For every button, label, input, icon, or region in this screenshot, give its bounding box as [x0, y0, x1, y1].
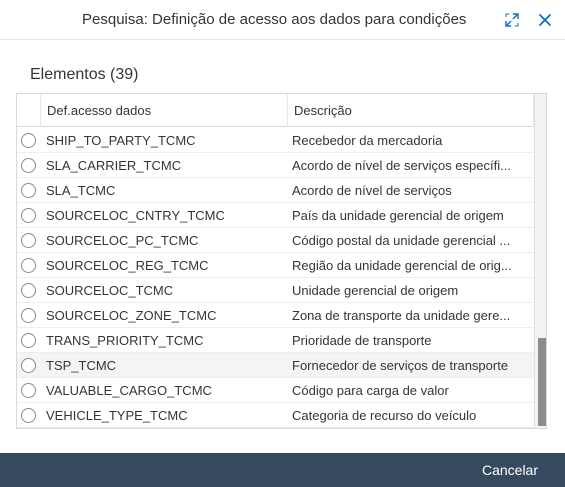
- cell-def-acesso: SOURCELOC_REG_TCMC: [46, 258, 209, 273]
- cell-descricao: Acordo de nível de serviços específi...: [292, 158, 511, 173]
- column-header-descricao[interactable]: Descrição: [288, 94, 534, 127]
- row-radio-button[interactable]: [21, 358, 36, 373]
- row-radio-button[interactable]: [21, 258, 36, 273]
- table-row[interactable]: SLA_CARRIER_TCMC Acordo de nível de servi…: [17, 153, 534, 178]
- table-row[interactable]: SOURCELOC_CNTRY_TCMC País da unidade gere…: [17, 203, 534, 228]
- cell-def-acesso: SOURCELOC_CNTRY_TCMC: [46, 208, 225, 223]
- table-row[interactable]: VALUABLE_CARGO_TCMC Código para carga de …: [17, 378, 534, 403]
- table-row[interactable]: SOURCELOC_TCMC Unidade gerencial de orige…: [17, 278, 534, 303]
- cell-descricao: Código para carga de valor: [292, 383, 449, 398]
- row-radio-button[interactable]: [21, 408, 36, 423]
- cell-def-acesso: VEHICLE_TYPE_TCMC: [46, 408, 188, 423]
- row-radio-button[interactable]: [21, 158, 36, 173]
- row-radio-button[interactable]: [21, 283, 36, 298]
- vertical-scrollbar[interactable]: [534, 94, 546, 428]
- dialog-title: Pesquisa: Definição de acesso aos dados …: [82, 11, 467, 28]
- cell-def-acesso: SLA_TCMC: [46, 183, 116, 198]
- table-row[interactable]: SLA_TCMC Acordo de nível de serviços: [17, 178, 534, 203]
- row-radio-button[interactable]: [21, 208, 36, 223]
- table-row[interactable]: TSP_TCMC Fornecedor de serviços de transp…: [17, 353, 534, 378]
- row-radio-button[interactable]: [21, 308, 36, 323]
- table-row[interactable]: TRANS_PRIORITY_TCMC Prioridade de transpo…: [17, 328, 534, 353]
- resize-button[interactable]: [499, 7, 525, 33]
- cell-def-acesso: SLA_CARRIER_TCMC: [46, 158, 182, 173]
- table-row[interactable]: SOURCELOC_PC_TCMC Código postal da unidad…: [17, 228, 534, 253]
- cell-descricao: Acordo de nível de serviços: [292, 183, 452, 198]
- cell-def-acesso: SHIP_TO_PARTY_TCMC: [46, 133, 196, 148]
- row-radio-button[interactable]: [21, 383, 36, 398]
- cell-def-acesso: VALUABLE_CARGO_TCMC: [46, 383, 212, 398]
- column-header-def-acesso[interactable]: Def.acesso dados: [41, 94, 288, 127]
- table-row[interactable]: SHIP_TO_PARTY_TCMC Recebedor da mercadori…: [17, 128, 534, 153]
- table-row[interactable]: SOURCELOC_ZONE_TCMC Zona de transporte da…: [17, 303, 534, 328]
- scrollbar-thumb[interactable]: [538, 338, 546, 426]
- resize-icon: [505, 13, 519, 27]
- table-header: Def.acesso dados Descrição: [17, 94, 534, 127]
- cell-def-acesso: TSP_TCMC: [46, 358, 117, 373]
- close-button[interactable]: [532, 7, 558, 33]
- row-radio-button[interactable]: [21, 333, 36, 348]
- cell-descricao: Fornecedor de serviços de transporte: [292, 358, 509, 373]
- elements-count-title: Elementos (39): [30, 66, 139, 83]
- dialog-header: Pesquisa: Definição de acesso aos dados …: [0, 0, 565, 40]
- dialog-footer: Cancelar: [0, 453, 565, 487]
- cell-def-acesso: TRANS_PRIORITY_TCMC: [46, 333, 204, 348]
- close-icon: [539, 14, 551, 26]
- cell-def-acesso: SOURCELOC_ZONE_TCMC: [46, 308, 217, 323]
- row-radio-button[interactable]: [21, 133, 36, 148]
- table-row[interactable]: SOURCELOC_REG_TCMC Região da unidade gere…: [17, 253, 534, 278]
- cell-descricao: Código postal da unidade gerencial ...: [292, 233, 511, 248]
- selection-column-header: [17, 94, 41, 127]
- row-radio-button[interactable]: [21, 233, 36, 248]
- results-table: Def.acesso dados Descrição SHIP_TO_PARTY…: [16, 93, 547, 429]
- cell-descricao: Recebedor da mercadoria: [292, 133, 443, 148]
- cell-descricao: País da unidade gerencial de origem: [292, 208, 504, 223]
- cell-descricao: Zona de transporte da unidade gere...: [292, 308, 511, 323]
- cell-def-acesso: SOURCELOC_TCMC: [46, 283, 174, 298]
- cell-descricao: Unidade gerencial de origem: [292, 283, 459, 298]
- cell-descricao: Região da unidade gerencial de orig...: [292, 258, 512, 273]
- row-radio-button[interactable]: [21, 183, 36, 198]
- cell-def-acesso: SOURCELOC_PC_TCMC: [46, 233, 199, 248]
- table-row[interactable]: VEHICLE_TYPE_TCMC Categoria de recurso do…: [17, 403, 534, 428]
- cancel-button[interactable]: Cancelar: [482, 462, 538, 478]
- cell-descricao: Categoria de recurso do veículo: [292, 408, 477, 423]
- cell-descricao: Prioridade de transporte: [292, 333, 432, 348]
